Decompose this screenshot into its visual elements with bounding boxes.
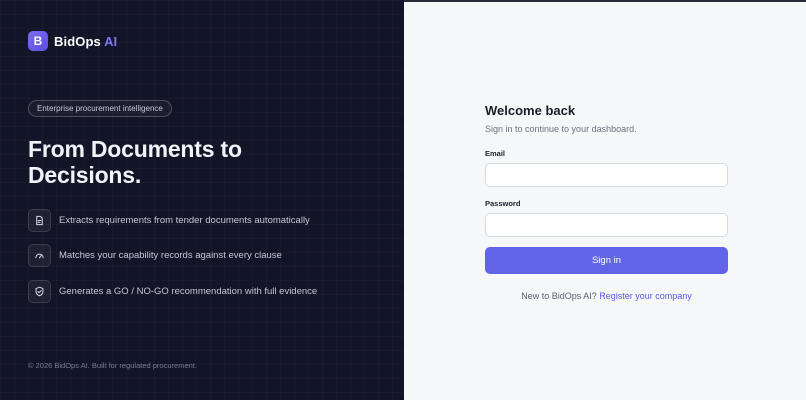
login-form: Welcome back Sign in to continue to your…: [485, 103, 728, 301]
register-prompt: New to BidOps AI? Register your company: [485, 291, 728, 301]
shield-check-icon: [28, 280, 51, 303]
feature-text: Extracts requirements from tender docume…: [59, 215, 310, 226]
brand-name-main: BidOps: [54, 33, 101, 49]
email-label: Email: [485, 149, 506, 158]
hero-headline: From Documents to Decisions.: [28, 136, 328, 188]
hero-headline-line2: Decisions.: [28, 162, 142, 188]
feature-item: Matches your capability records against …: [28, 244, 319, 267]
brand-name: BidOps AI: [54, 34, 117, 49]
sign-in-button[interactable]: Sign in: [485, 247, 728, 274]
login-title: Welcome back: [485, 103, 576, 118]
marketing-panel: B BidOps AI Enterprise procurement intel…: [0, 0, 404, 400]
password-field[interactable]: [485, 213, 728, 237]
login-subtitle: Sign in to continue to your dashboard.: [485, 124, 637, 134]
footer-copyright: © 2026 BidOps AI. Built for regulated pr…: [28, 361, 197, 370]
gauge-icon: [28, 244, 51, 267]
brand-name-suffix: AI: [104, 33, 118, 49]
register-company-link[interactable]: Register your company: [599, 291, 692, 301]
hero-headline-line1: From Documents to: [28, 136, 242, 162]
document-icon: [28, 209, 51, 232]
feature-text: Generates a GO / NO-GO recommendation wi…: [59, 286, 318, 297]
password-label: Password: [485, 199, 521, 208]
feature-item: Generates a GO / NO-GO recommendation wi…: [28, 280, 319, 303]
feature-item: Extracts requirements from tender docume…: [28, 209, 319, 232]
brand: B BidOps AI: [28, 31, 117, 51]
login-panel: Welcome back Sign in to continue to your…: [404, 0, 806, 400]
register-prompt-text: New to BidOps AI?: [521, 291, 597, 301]
app-window: B BidOps AI Enterprise procurement intel…: [0, 0, 806, 400]
tagline-badge: Enterprise procurement intelligence: [28, 100, 172, 117]
feature-text: Matches your capability records against …: [59, 250, 282, 261]
email-field[interactable]: [485, 163, 728, 187]
brand-logo-icon: B: [28, 31, 48, 51]
